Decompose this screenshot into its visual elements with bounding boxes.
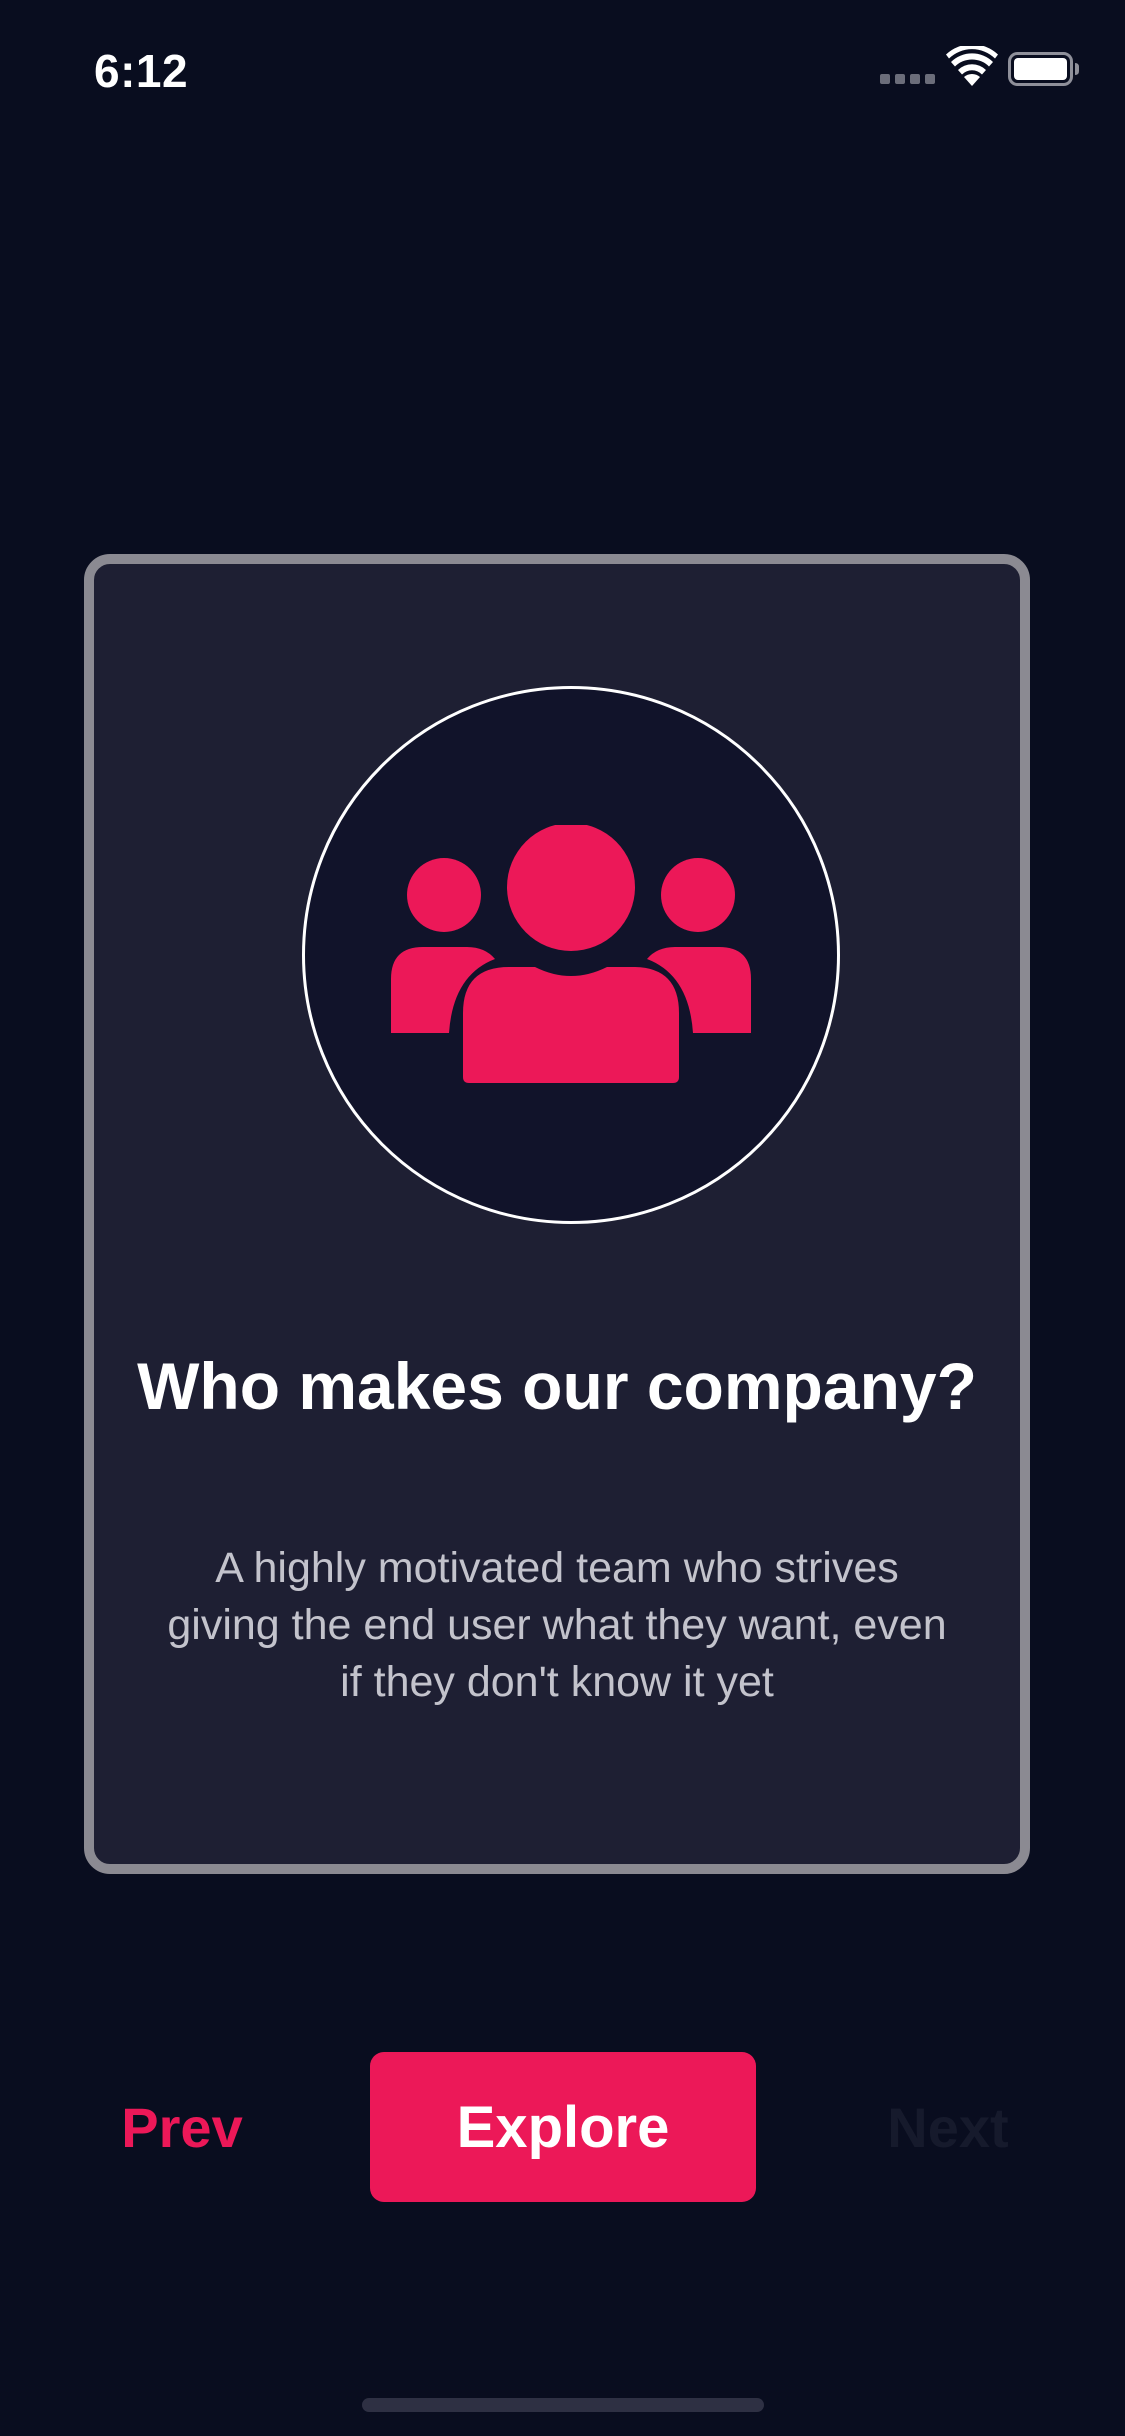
cellular-signal-icon	[880, 74, 935, 84]
battery-icon	[1008, 52, 1079, 86]
card-description: A highly motivated team who strives givi…	[167, 1544, 947, 1706]
status-bar: 6:12	[0, 0, 1125, 132]
wifi-icon	[946, 46, 998, 86]
home-indicator[interactable]	[362, 2398, 764, 2412]
team-icon	[391, 825, 751, 1083]
icon-circle	[302, 686, 840, 1224]
next-button: Next	[850, 2052, 1046, 2202]
explore-button[interactable]: Explore	[370, 2052, 756, 2202]
onboarding-navigation: Prev Explore Next	[0, 2052, 1125, 2202]
onboarding-card: Who makes our company? A highly motivate…	[84, 554, 1030, 1874]
status-time: 6:12	[94, 45, 189, 97]
card-title: Who makes our company?	[137, 1349, 977, 1423]
prev-button[interactable]: Prev	[84, 2052, 280, 2202]
